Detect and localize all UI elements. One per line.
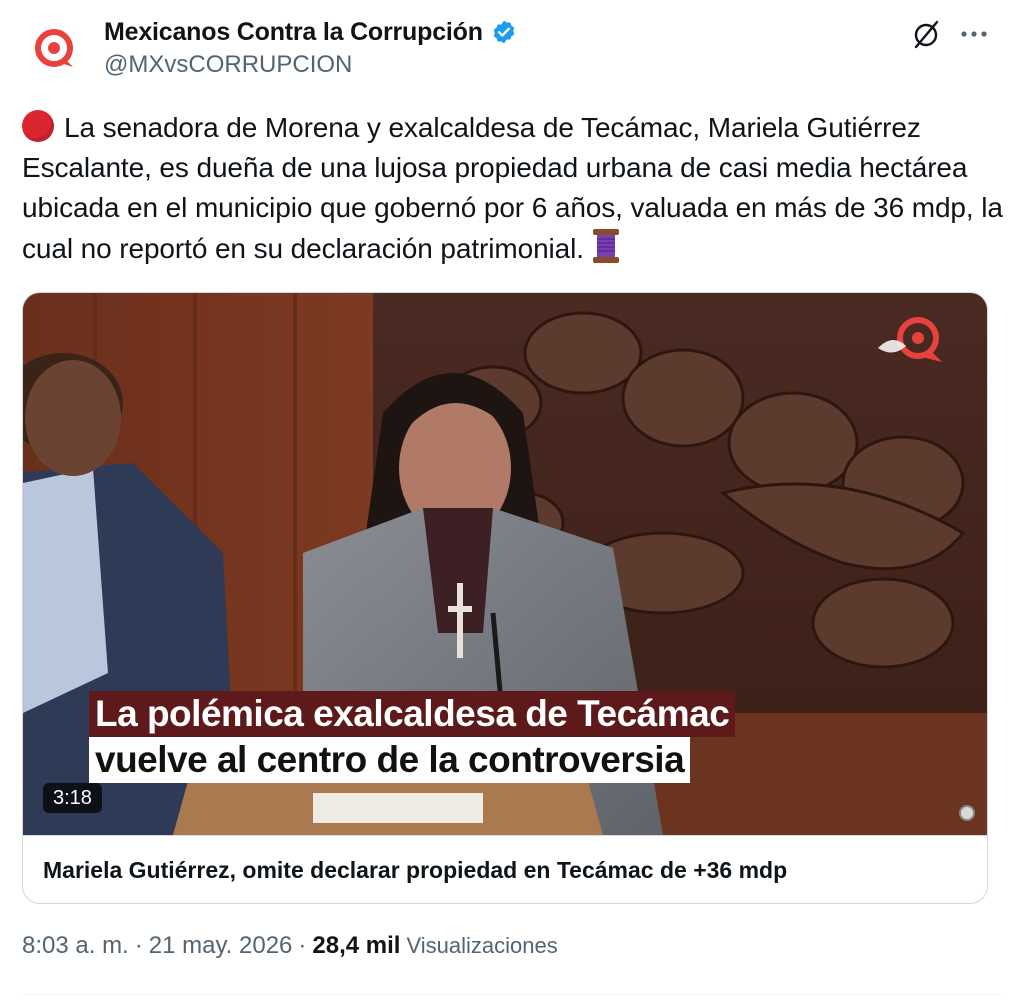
grok-button[interactable] — [906, 14, 946, 54]
author-display-name[interactable]: Mexicanos Contra la Corrupción — [104, 18, 483, 47]
tweet-meta: 8:03 a. m. · 21 may. 2026 · 28,4 mil Vis… — [22, 932, 558, 960]
media-card[interactable]: La polémica exalcaldesa de Tecámac vuelv… — [22, 292, 988, 904]
divider — [22, 994, 1002, 995]
thread-spool-emoji-icon — [592, 229, 619, 263]
tweet-time[interactable]: 8:03 a. m. — [22, 932, 129, 960]
more-dots-icon — [961, 31, 987, 37]
brand-logo-icon — [35, 29, 73, 67]
verified-badge-icon — [493, 20, 515, 44]
tweet-date[interactable]: 21 may. 2026 — [149, 932, 293, 960]
tweet: Mexicanos Contra la Corrupción @MXvsCORR… — [0, 0, 1024, 1008]
author-avatar[interactable] — [24, 18, 86, 80]
card-footer[interactable]: Mariela Gutiérrez, omite declarar propie… — [23, 835, 987, 903]
tweet-body: La senadora de Morena y exalcaldesa de T… — [22, 112, 1003, 264]
more-options-button[interactable] — [954, 14, 994, 54]
meta-separator: · — [134, 932, 143, 959]
views-count: 28,4 mil — [312, 932, 401, 959]
card-title[interactable]: Mariela Gutiérrez, omite declarar propie… — [43, 857, 787, 884]
author-header: Mexicanos Contra la Corrupción @MXvsCORR… — [104, 14, 517, 79]
video-player[interactable]: La polémica exalcaldesa de Tecámac vuelv… — [23, 293, 987, 835]
slashed-circle-icon — [914, 20, 939, 49]
views-label: Visualizaciones — [406, 933, 558, 958]
video-caption-line-2: vuelve al centro de la controversia — [89, 737, 691, 783]
video-caption-line-1: La polémica exalcaldesa de Tecámac — [89, 691, 736, 737]
video-duration-badge: 3:18 — [43, 783, 102, 813]
author-handle[interactable]: @MXvsCORRUPCION — [104, 51, 517, 79]
red-circle-emoji-icon — [22, 110, 54, 142]
video-settings-icon[interactable] — [959, 805, 975, 821]
tweet-text: La senadora de Morena y exalcaldesa de T… — [22, 108, 1007, 269]
meta-separator-2: · — [298, 932, 307, 959]
